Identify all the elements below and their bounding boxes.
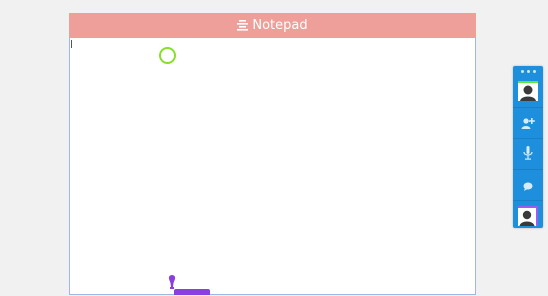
participant-avatar-button[interactable] bbox=[513, 201, 543, 231]
menu-lines-icon bbox=[237, 20, 249, 31]
collaboration-toolbar bbox=[513, 66, 543, 228]
chat-bubble-icon bbox=[523, 176, 533, 195]
pin-marker-icon bbox=[168, 274, 176, 289]
text-caret bbox=[71, 40, 72, 48]
notepad-text-area[interactable] bbox=[69, 38, 476, 295]
notepad-title: Notepad bbox=[252, 18, 308, 33]
user-avatar-icon bbox=[518, 206, 538, 226]
self-avatar-button[interactable] bbox=[513, 76, 543, 106]
add-user-icon bbox=[521, 114, 535, 133]
microphone-icon bbox=[523, 145, 533, 164]
notepad-window: Notepad bbox=[69, 13, 476, 295]
chat-button[interactable] bbox=[513, 170, 543, 200]
collaborator-label-tab bbox=[174, 289, 210, 295]
microphone-button[interactable] bbox=[513, 139, 543, 169]
user-avatar-icon bbox=[518, 81, 538, 101]
drag-handle[interactable] bbox=[513, 68, 543, 74]
pointer-circle-icon bbox=[159, 47, 176, 64]
notepad-header[interactable]: Notepad bbox=[69, 13, 476, 38]
add-user-button[interactable] bbox=[513, 108, 543, 138]
